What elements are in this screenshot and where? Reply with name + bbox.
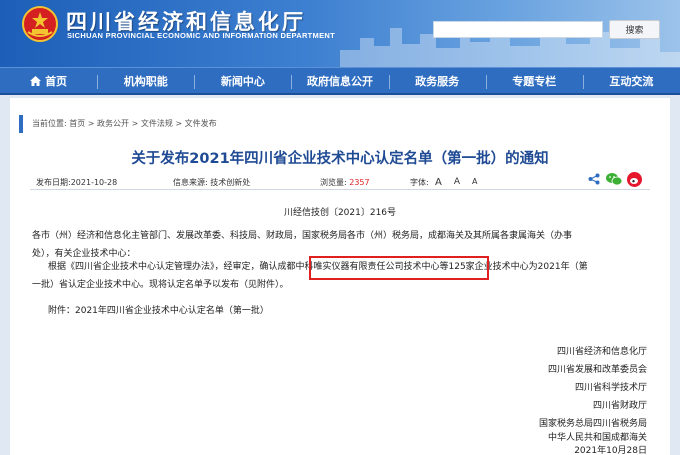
font-size-large[interactable]: A [435, 177, 442, 188]
font-size-small[interactable]: A [472, 177, 477, 188]
document-number: 川经信技创〔2021〕216号 [283, 208, 397, 218]
publish-date: 发布日期:2021-10-28 [36, 177, 117, 188]
nav-item-interaction[interactable]: 互动交流 [582, 68, 680, 93]
nav-item-gov-info[interactable]: 政府信息公开 [291, 68, 388, 93]
main-nav: 首页 机构职能 新闻中心 政府信息公开 政务服务 专题专栏 互动交流 [0, 67, 680, 95]
signature-6: 中华人民共和国成都海关 [547, 433, 647, 443]
signature-5: 国家税务总局四川省税务局 [538, 419, 647, 429]
info-source-label: 信息来源: [173, 178, 208, 187]
breadcrumb-marker [19, 115, 23, 133]
weibo-icon[interactable] [627, 172, 642, 187]
meta-divider [30, 189, 650, 190]
font-size-switcher: A A A [435, 177, 478, 188]
wechat-icon[interactable] [606, 172, 622, 186]
info-source-value: 技术创新处 [210, 178, 251, 187]
view-count-label: 浏览量: [320, 178, 347, 187]
signature-date: 2021年10月28日 [574, 446, 647, 455]
share-icon[interactable] [588, 173, 600, 185]
nav-item-services[interactable]: 政务服务 [388, 68, 486, 93]
attachment-link[interactable]: 附件：2021年四川省企业技术中心认定名单（第一批） [48, 302, 678, 320]
signature-4: 四川省财政厅 [592, 401, 647, 411]
view-count: 浏览量: 2357 [320, 177, 370, 188]
nav-item-topics[interactable]: 专题专栏 [485, 68, 583, 93]
publish-date-value: 2021-10-28 [70, 178, 118, 187]
nav-item-news[interactable]: 新闻中心 [194, 68, 291, 93]
home-icon [30, 75, 42, 86]
font-size-label: 字体: [410, 178, 429, 187]
nav-item-org-functions[interactable]: 机构职能 [97, 68, 194, 93]
nav-item-label: 首页 [45, 74, 68, 88]
signature-1: 四川省经济和信息化厅 [556, 347, 647, 357]
publish-date-label: 发布日期: [36, 178, 71, 187]
nav-item-home[interactable]: 首页 [0, 68, 97, 93]
font-size-medium[interactable]: A [454, 177, 460, 188]
signature-2: 四川省发展和改革委员会 [547, 365, 647, 375]
highlight-box [309, 256, 489, 280]
info-source: 信息来源: 技术创新处 [173, 177, 250, 188]
search-button[interactable]: 搜索 [609, 20, 660, 39]
site-subtitle: SICHUAN PROVINCIAL ECONOMIC AND INFORMAT… [67, 31, 336, 40]
signature-3: 四川省科学技术厅 [574, 383, 647, 393]
national-emblem-icon [22, 6, 58, 42]
search-input[interactable] [433, 21, 603, 38]
article-title: 关于发布2021年四川省企业技术中心认定名单（第一批）的通知 [131, 151, 549, 167]
breadcrumb[interactable]: 当前位置: 首页 > 政务公开 > 文件法规 > 文件发布 [32, 118, 217, 129]
addressee-line-1: 各市（州）经济和信息化主管部门、发展改革委、科技局、财政局，国家税务局各市（州）… [32, 231, 573, 241]
site-header: 四川省经济和信息化厅 SICHUAN PROVINCIAL ECONOMIC A… [0, 0, 680, 67]
view-count-value: 2357 [349, 178, 370, 187]
